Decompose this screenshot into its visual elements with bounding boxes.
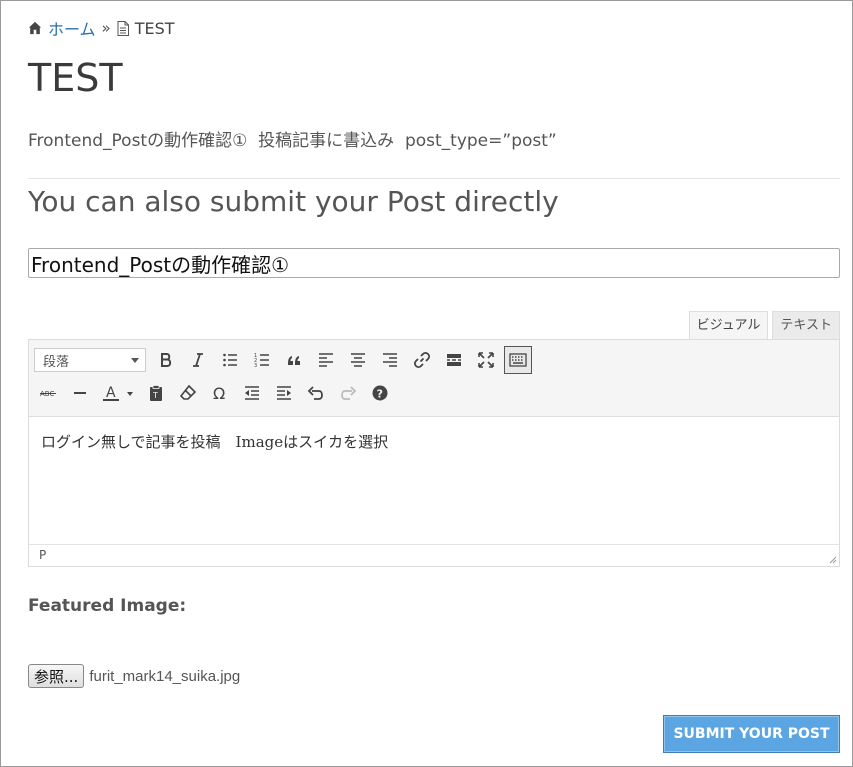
indent-button[interactable]: [270, 379, 298, 407]
home-icon: [28, 21, 42, 35]
svg-text:3: 3: [254, 363, 257, 369]
read-more-button[interactable]: [440, 346, 468, 374]
editor-tabs: ビジュアル テキスト: [688, 311, 840, 340]
tab-text[interactable]: テキスト: [772, 311, 840, 339]
document-icon: [117, 20, 129, 36]
bold-button[interactable]: [152, 346, 180, 374]
page-title: TEST: [28, 56, 123, 100]
paste-text-button[interactable]: T: [142, 379, 170, 407]
align-center-button[interactable]: [344, 346, 372, 374]
indent-icon: [277, 386, 291, 400]
svg-text:?: ?: [377, 388, 383, 401]
italic-icon: [193, 353, 203, 367]
format-select[interactable]: 段落: [34, 348, 146, 372]
editor-content[interactable]: ログイン無しで記事を投稿 Imageはスイカを選択: [29, 417, 839, 545]
editor-status-bar: P: [29, 544, 839, 566]
blockquote-icon: [288, 356, 300, 365]
fullscreen-icon: [478, 352, 494, 368]
align-right-icon: [383, 353, 397, 367]
outdent-icon: [245, 386, 259, 400]
help-button[interactable]: ?: [366, 379, 394, 407]
rich-text-editor: 段落 123 A T Ω ? ログイン無しで記事を投稿 Imageはスイカを選択…: [28, 339, 840, 567]
align-right-button[interactable]: [376, 346, 404, 374]
editor-toolbar: 段落 123 A T Ω ?: [29, 340, 839, 417]
file-input: 参照... furit_mark14_suika.jpg: [28, 664, 240, 688]
featured-image-label: Featured Image:: [28, 596, 187, 616]
outdent-button[interactable]: [238, 379, 266, 407]
paste-text-icon: T: [150, 385, 162, 401]
post-title-input[interactable]: [28, 248, 840, 278]
special-character-button[interactable]: Ω: [206, 379, 234, 407]
undo-icon: [307, 386, 323, 400]
fullscreen-button[interactable]: [472, 346, 500, 374]
page-description: Frontend_Postの動作確認① 投稿記事に書込み post_type=”…: [28, 131, 557, 151]
breadcrumb-separator: »: [101, 19, 111, 37]
special-character-icon: Ω: [213, 384, 225, 402]
strikethrough-icon: ABC: [40, 390, 56, 398]
toolbar-toggle-button[interactable]: [504, 346, 532, 374]
align-left-icon: [319, 353, 333, 367]
align-left-button[interactable]: [312, 346, 340, 374]
redo-icon: [341, 386, 357, 400]
align-center-icon: [351, 353, 365, 367]
italic-button[interactable]: [184, 346, 212, 374]
toolbar-row-2: ABC A T Ω: [34, 378, 398, 408]
numbered-list-icon: 123: [254, 353, 269, 369]
tab-visual[interactable]: ビジュアル: [688, 311, 769, 340]
link-button[interactable]: [408, 346, 436, 374]
chevron-down-icon: [131, 358, 139, 363]
toolbar-toggle-icon: [509, 353, 527, 367]
help-icon: ?: [372, 385, 388, 401]
svg-text:Ω: Ω: [213, 384, 225, 402]
element-path[interactable]: P: [39, 548, 46, 562]
undo-button[interactable]: [302, 379, 330, 407]
svg-text:T: T: [152, 391, 158, 400]
breadcrumb: ホーム » TEST: [28, 16, 175, 40]
horizontal-line-icon: [74, 392, 86, 394]
clear-formatting-button[interactable]: [174, 379, 202, 407]
breadcrumb-home-link[interactable]: ホーム: [48, 16, 96, 40]
strikethrough-button[interactable]: ABC: [34, 379, 62, 407]
numbered-list-button[interactable]: 123: [248, 346, 276, 374]
horizontal-line-button[interactable]: [66, 379, 94, 407]
read-more-icon: [447, 354, 461, 366]
redo-button[interactable]: [334, 379, 362, 407]
svg-text:A: A: [106, 385, 116, 401]
bullet-list-button[interactable]: [216, 346, 244, 374]
text-color-button[interactable]: A: [98, 379, 138, 407]
browse-button[interactable]: 参照...: [28, 664, 85, 688]
toolbar-row-1: 段落 123: [34, 345, 536, 375]
breadcrumb-current: TEST: [134, 18, 175, 38]
link-icon: [413, 351, 431, 369]
selected-file-name: furit_mark14_suika.jpg: [89, 667, 241, 685]
bullet-list-icon: [223, 353, 237, 367]
text-color-icon: A: [103, 385, 133, 401]
clear-formatting-icon: [179, 384, 197, 400]
blockquote-button[interactable]: [280, 346, 308, 374]
divider: [28, 178, 840, 179]
bold-icon: [161, 353, 172, 367]
section-title: You can also submit your Post directly: [28, 185, 559, 218]
resize-grip-icon[interactable]: [828, 555, 837, 564]
submit-post-button[interactable]: SUBMIT YOUR POST: [663, 715, 840, 753]
format-select-value: 段落: [43, 354, 70, 370]
